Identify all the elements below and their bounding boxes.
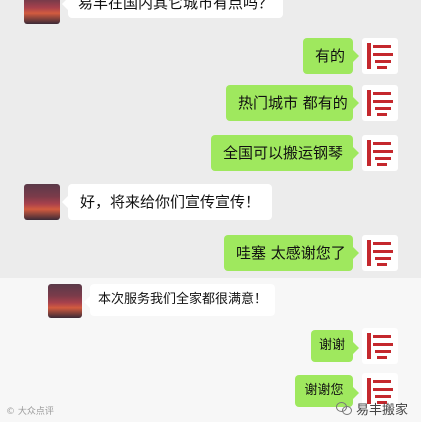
message-bubble-outgoing: 有的 <box>303 38 359 74</box>
yifeng-avatar[interactable] <box>362 135 398 171</box>
yifeng-logo-icon <box>365 138 395 168</box>
yifeng-avatar[interactable] <box>362 85 398 121</box>
message-bubble-incoming: 本次服务我们全家都很满意！ <box>83 284 276 316</box>
message-bubble-outgoing: 哇塞 太感谢您了 <box>224 235 359 271</box>
message-bubble-outgoing: 谢谢 <box>311 330 359 362</box>
yifeng-avatar[interactable] <box>362 235 398 271</box>
message-text: 热门城市 都有的 <box>238 94 348 112</box>
watermark-right: 易丰搬家 <box>336 399 408 418</box>
message-text: 好，将来给你们宣传宣传！ <box>80 193 261 211</box>
yifeng-logo-icon <box>365 331 395 361</box>
message-bubble-outgoing: 全国可以搬运钢琴 <box>211 135 359 171</box>
yifeng-logo-icon <box>365 238 395 268</box>
wechat-icon <box>336 401 352 416</box>
yifeng-logo-icon <box>365 88 395 118</box>
watermark-text: © 大众点评 <box>6 407 54 417</box>
yifeng-logo-icon <box>365 41 395 71</box>
message-bubble-outgoing: 热门城市 都有的 <box>226 85 359 121</box>
contact-avatar[interactable] <box>24 184 60 220</box>
message-text: 谢谢 <box>318 338 345 353</box>
contact-avatar[interactable] <box>24 0 60 24</box>
message-text: 谢谢您 <box>304 383 344 398</box>
message-bubble-incoming: 易丰在国内其它城市有点吗？ <box>61 0 284 18</box>
contact-avatar[interactable] <box>48 284 82 318</box>
message-text: 有的 <box>315 47 346 65</box>
yifeng-avatar[interactable] <box>362 328 398 364</box>
watermark-left: © 大众点评 <box>6 404 54 417</box>
message-text: 哇塞 太感谢您了 <box>236 244 346 262</box>
message-text: 本次服务我们全家都很满意！ <box>98 292 268 307</box>
message-bubble-incoming: 好，将来给你们宣传宣传！ <box>61 184 273 220</box>
message-text: 易丰在国内其它城市有点吗？ <box>78 0 274 12</box>
watermark-label: 易丰搬家 <box>356 403 409 418</box>
yifeng-avatar[interactable] <box>362 38 398 74</box>
message-text: 全国可以搬运钢琴 <box>223 144 344 162</box>
